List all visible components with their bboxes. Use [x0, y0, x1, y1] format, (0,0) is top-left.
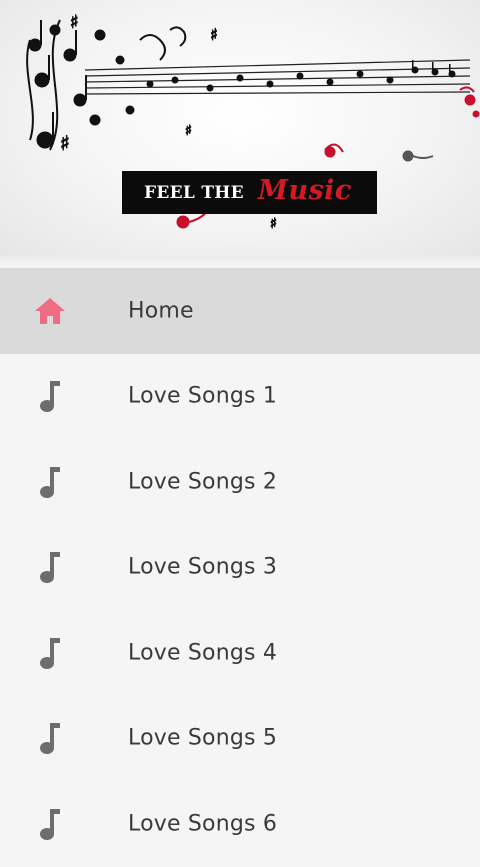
menu-item-label: Love Songs 3 [128, 554, 278, 580]
music-note-icon [32, 378, 68, 414]
menu-item-love-songs-3[interactable]: Love Songs 3 [0, 525, 480, 611]
menu-item-label: Love Songs 1 [128, 383, 278, 409]
feel-the-music-logo: FEEL THE Music [122, 171, 377, 214]
menu-item-label: Love Songs 5 [128, 725, 278, 751]
drawer-header: ♯ ♯ ♯ ♯ ♯ FEEL THE Music [0, 0, 480, 256]
music-note-icon [32, 549, 68, 585]
logo-text-left: FEEL THE [144, 182, 244, 203]
svg-text:♯: ♯ [185, 123, 192, 139]
menu-item-label: Home [128, 298, 194, 324]
navigation-drawer: Home Love Songs 1 Love Songs 2 Love Song… [0, 268, 480, 867]
menu-item-label: Love Songs 4 [128, 640, 278, 666]
music-note-icon [32, 635, 68, 671]
menu-item-love-songs-2[interactable]: Love Songs 2 [0, 439, 480, 525]
svg-text:♯: ♯ [270, 216, 277, 232]
menu-item-label: Love Songs 6 [128, 811, 278, 837]
music-note-icon [32, 720, 68, 756]
home-icon [32, 293, 68, 329]
menu-item-love-songs-5[interactable]: Love Songs 5 [0, 696, 480, 782]
svg-text:♯: ♯ [210, 25, 218, 44]
header-divider [0, 256, 480, 268]
music-note-icon [32, 806, 68, 842]
menu-item-love-songs-4[interactable]: Love Songs 4 [0, 610, 480, 696]
svg-text:♯: ♯ [60, 131, 70, 155]
menu-item-label: Love Songs 2 [128, 469, 278, 495]
svg-text:♯: ♯ [70, 12, 79, 33]
music-notes-artwork: ♯ ♯ ♯ ♯ ♯ [26, 12, 480, 233]
music-note-icon [32, 464, 68, 500]
logo-text-right: Music [257, 175, 352, 206]
menu-item-love-songs-1[interactable]: Love Songs 1 [0, 354, 480, 440]
menu-item-home[interactable]: Home [0, 268, 480, 354]
